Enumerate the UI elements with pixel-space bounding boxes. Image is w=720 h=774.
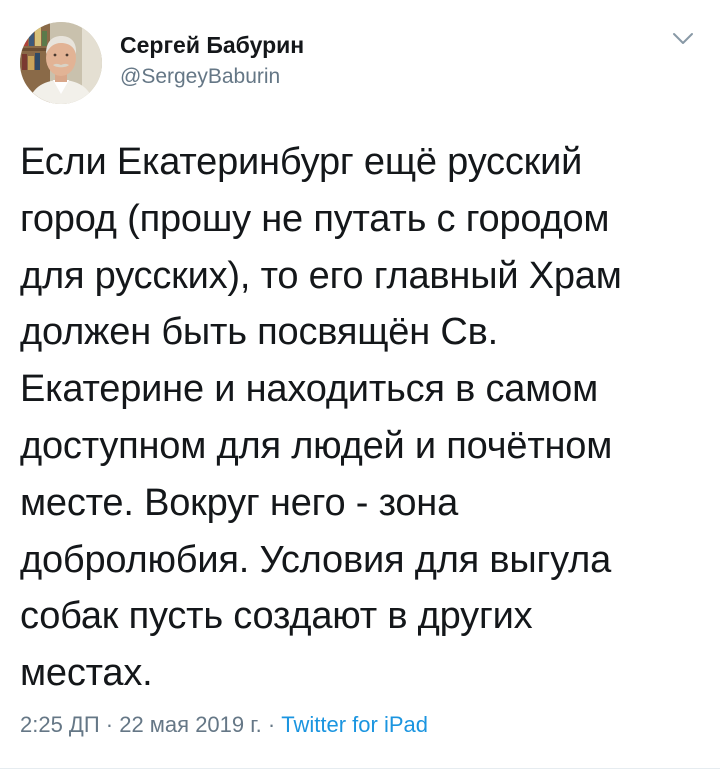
tweet-header: Сергей Бабурин @SergeyBaburin	[20, 22, 700, 106]
tweet-source-link[interactable]: Twitter for iPad	[281, 712, 428, 737]
avatar[interactable]	[20, 22, 102, 104]
tweet-text: Если Екатеринбург ещё русский город (про…	[20, 141, 622, 695]
tweet-detail: Сергей Бабурин @SergeyBaburin Если Екате…	[0, 0, 720, 774]
tweet-date[interactable]: 22 мая 2019 г.	[119, 712, 261, 737]
author-display-name[interactable]: Сергей Бабурин	[120, 30, 304, 60]
avatar-photo	[20, 22, 102, 104]
divider	[0, 768, 720, 769]
author-block[interactable]: Сергей Бабурин @SergeyBaburin	[120, 30, 304, 92]
tweet-meta: 2:25 ДП · 22 мая 2019 г. · Twitter for i…	[20, 710, 428, 740]
meta-separator: ·	[261, 712, 282, 737]
tweet-time[interactable]: 2:25 ДП	[20, 712, 100, 737]
author-handle[interactable]: @SergeyBaburin	[120, 62, 304, 92]
meta-separator: ·	[99, 712, 120, 737]
chevron-down-icon[interactable]	[672, 32, 694, 46]
